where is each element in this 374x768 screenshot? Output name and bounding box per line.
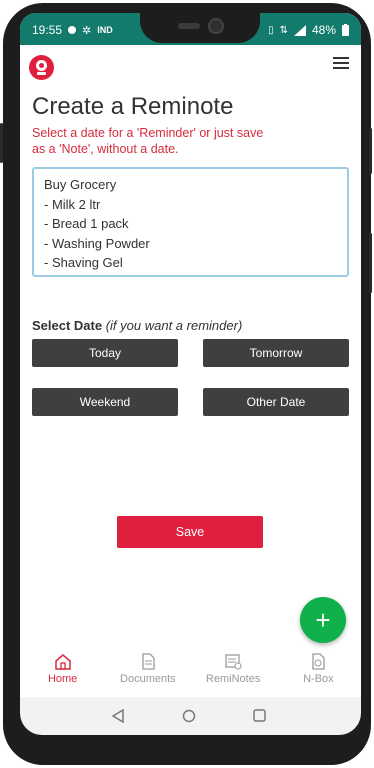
select-date-title: Select Date [32, 318, 103, 333]
nav-reminotes-label: RemiNotes [205, 673, 261, 685]
power-button [369, 128, 372, 174]
status-right: ▯ ⇅ 48% [268, 23, 349, 37]
speaker-grille [178, 23, 200, 29]
tomorrow-button[interactable]: Tomorrow [203, 339, 349, 367]
volume-button [0, 123, 3, 163]
side-button [369, 233, 372, 293]
back-icon[interactable] [112, 709, 124, 723]
document-icon [142, 653, 155, 670]
signal-icon [293, 24, 306, 36]
settings-icon: ✲ [82, 24, 92, 37]
nav-nbox-label: N-Box [303, 673, 334, 685]
recents-icon[interactable] [253, 709, 266, 722]
front-camera [208, 18, 224, 34]
select-date-hint: (if you want a reminder) [105, 318, 243, 333]
vibrate-icon: ▯ [268, 24, 274, 36]
network-label: IND [97, 25, 113, 35]
nbox-icon [312, 653, 326, 670]
nav-documents[interactable]: Documents [105, 653, 190, 697]
status-time: 19:55 [32, 23, 63, 37]
battery-level: 48% [311, 23, 336, 37]
menu-line [333, 62, 349, 64]
add-fab-button[interactable]: + [300, 597, 346, 643]
bottom-navigation: Home Documents RemiNotes N-Box [20, 653, 361, 697]
weekend-button[interactable]: Weekend [32, 388, 178, 416]
note-textarea[interactable]: Buy Grocery - Milk 2 ltr - Bread 1 pack … [32, 167, 349, 277]
page-subtitle: Select a date for a 'Reminder' or just s… [32, 126, 264, 156]
other-date-button[interactable]: Other Date [203, 388, 349, 416]
system-navigation-bar [20, 697, 361, 735]
nav-home[interactable]: Home [20, 653, 105, 697]
logo-bar [37, 72, 46, 75]
battery-icon [342, 24, 349, 36]
reminote-icon [225, 654, 242, 670]
home-button-icon[interactable] [182, 709, 196, 723]
save-button[interactable]: Save [117, 516, 263, 548]
logo-ring [36, 60, 47, 71]
menu-line [333, 67, 349, 69]
select-date-label: Select Date (if you want a reminder) [32, 318, 242, 333]
phone-frame: 19:55 ✲ IND ▯ ⇅ 48% Create a Reminote Se… [0, 3, 372, 765]
camera-notch [140, 13, 260, 43]
app-screen: 19:55 ✲ IND ▯ ⇅ 48% Create a Reminote Se… [20, 13, 361, 697]
today-button[interactable]: Today [32, 339, 178, 367]
nav-documents-label: Documents [120, 673, 176, 685]
nav-reminotes[interactable]: RemiNotes [191, 653, 276, 697]
wifi-icon: ⇅ [279, 24, 288, 36]
hamburger-menu-icon[interactable] [333, 57, 349, 71]
chat-icon [68, 26, 77, 34]
app-logo [29, 55, 54, 80]
nav-nbox[interactable]: N-Box [276, 653, 361, 697]
nav-home-label: Home [47, 673, 78, 685]
home-icon [54, 654, 71, 670]
status-left: 19:55 ✲ IND [32, 23, 113, 37]
menu-line [333, 57, 349, 59]
page-title: Create a Reminote [32, 93, 234, 120]
